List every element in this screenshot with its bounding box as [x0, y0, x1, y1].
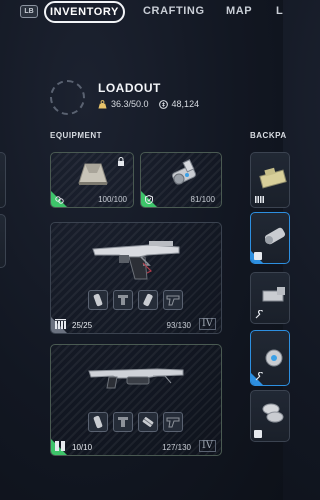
ammo-type-icon — [55, 319, 66, 329]
weapon-1-tier: IV — [198, 318, 216, 330]
weapon-slot-2[interactable]: 10/10 127/130 IV — [50, 344, 222, 456]
loadout-stats: 36.3/50.0 48,124 — [98, 99, 199, 109]
magazine-attachment-icon — [93, 415, 103, 429]
muzzle-attachment-icon — [143, 293, 153, 307]
weapon-1-icon — [92, 241, 180, 280]
ammo-type-icon — [55, 441, 65, 451]
backpack-item-icon — [264, 227, 286, 245]
attachment-slot[interactable] — [138, 290, 158, 310]
tab-map[interactable]: MAP — [226, 5, 252, 17]
barrel-attachment-icon — [142, 417, 154, 427]
attachment-slot[interactable] — [138, 412, 158, 432]
avatar — [50, 80, 85, 115]
left-partial-card[interactable] — [0, 214, 6, 268]
weight-value: 36.3/50.0 — [111, 99, 149, 109]
tab-crafting[interactable]: CRAFTING — [143, 5, 205, 17]
backpack-slot[interactable] — [250, 212, 290, 264]
currency-value: 48,124 — [171, 99, 200, 109]
weapon-1-ammo: 25/25 — [72, 321, 93, 330]
shield-durability: 100/100 — [98, 195, 127, 204]
backpack-item-icon — [262, 287, 285, 302]
stock-attachment-icon — [166, 295, 180, 306]
loadout-title: LOADOUT — [98, 81, 161, 95]
attachment-slot[interactable] — [113, 412, 133, 432]
magazine-attachment-icon — [93, 293, 103, 307]
attachment-slot[interactable] — [163, 412, 183, 432]
backpack-slot[interactable] — [250, 152, 290, 208]
augment-durability: 81/100 — [190, 195, 215, 204]
backpack-item-icon — [265, 349, 283, 367]
lb-button-hint: LB — [20, 5, 38, 18]
weapon-2-durability: 127/130 — [162, 443, 191, 452]
attachment-slot[interactable] — [163, 290, 183, 310]
augment-type-icon — [145, 195, 153, 204]
weapon-1-durability: 93/130 — [166, 321, 191, 330]
wrench-icon — [255, 310, 264, 319]
backpack-item-icon — [259, 167, 287, 189]
attachment-slot[interactable] — [88, 412, 108, 432]
backpack-slot[interactable] — [250, 330, 290, 386]
weapon-2-icon — [88, 368, 184, 389]
lock-icon — [118, 157, 124, 166]
equipment-heading: EQUIPMENT — [50, 131, 103, 140]
attachment-slot[interactable] — [88, 290, 108, 310]
tab-next-truncated[interactable]: L — [276, 5, 283, 17]
shield-type-icon — [55, 196, 64, 204]
ammo-type-icon — [255, 196, 264, 203]
currency-icon — [158, 99, 168, 109]
augment-item-icon — [171, 159, 197, 185]
augment-slot[interactable]: 81/100 — [140, 152, 222, 208]
backpack-item-icon — [262, 403, 284, 423]
weapon-2-tier: IV — [198, 440, 216, 452]
attachment-slot[interactable] — [113, 290, 133, 310]
left-partial-card[interactable] — [0, 152, 6, 208]
wrench-icon — [255, 372, 264, 381]
grip-attachment-icon — [118, 417, 128, 427]
stock-attachment-icon — [166, 417, 180, 428]
plus-icon — [254, 430, 262, 438]
weapon-2-ammo: 10/10 — [72, 443, 93, 452]
backpack-heading: BACKPA — [250, 131, 287, 140]
shield-slot[interactable]: 100/100 — [50, 152, 134, 208]
weight-icon — [98, 99, 107, 109]
tab-inventory[interactable]: INVENTORY — [44, 1, 125, 23]
grip-attachment-icon — [118, 295, 128, 305]
plus-icon — [254, 252, 262, 260]
weapon-slot-1[interactable]: 25/25 93/130 IV — [50, 222, 222, 334]
backpack-slot[interactable] — [250, 272, 290, 324]
backpack-slot[interactable] — [250, 390, 290, 442]
shield-item-icon — [78, 163, 108, 185]
